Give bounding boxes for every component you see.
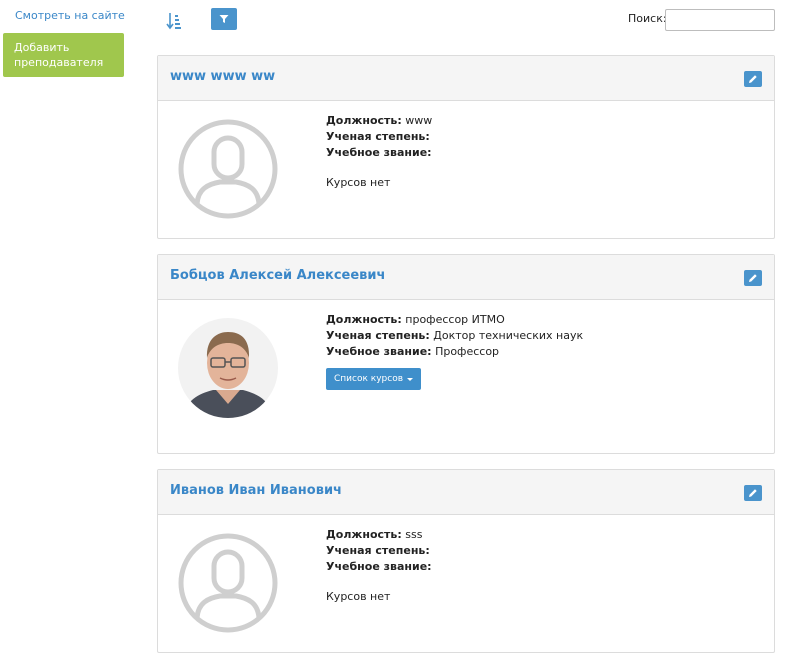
edit-button[interactable]: [744, 270, 762, 286]
teacher-card: Иванов Иван Иванович Должность: sss Учен…: [157, 469, 775, 653]
courses-list-button[interactable]: Список курсов: [326, 368, 422, 390]
teacher-card: Бобцов Алексей Алексеевич Должность: про…: [157, 254, 775, 454]
courses-list-label: Список курсов: [334, 374, 404, 384]
position-label: Должность:: [326, 313, 402, 326]
position-label: Должность:: [326, 528, 402, 541]
no-courses-text: Курсов нет: [326, 590, 391, 603]
filter-button[interactable]: [211, 8, 237, 30]
degree-value: Доктор технических наук: [433, 329, 584, 342]
position-value: www: [405, 114, 433, 127]
teacher-name[interactable]: www www ww: [170, 69, 275, 84]
card-header: Бобцов Алексей Алексеевич: [158, 255, 774, 300]
teacher-card: www www ww Должность: www Ученая степень…: [157, 55, 775, 239]
edit-button[interactable]: [744, 71, 762, 87]
degree-label: Ученая степень:: [326, 130, 430, 143]
position-label: Должность:: [326, 114, 402, 127]
filter-icon: [219, 15, 229, 23]
position-value: sss: [405, 528, 423, 541]
edit-button[interactable]: [744, 485, 762, 501]
caret-down-icon: [407, 377, 414, 381]
position-value: профессор ИТМО: [405, 313, 505, 326]
card-header: Иванов Иван Иванович: [158, 470, 774, 515]
sort-amount-icon[interactable]: [166, 12, 182, 30]
pencil-icon: [749, 274, 757, 282]
avatar-placeholder: [178, 533, 278, 633]
teacher-info: Должность: www Ученая степень: Учебное з…: [326, 113, 432, 191]
avatar-placeholder: [178, 119, 278, 219]
title-label: Учебное звание:: [326, 560, 432, 573]
teacher-photo: [178, 318, 278, 418]
degree-label: Ученая степень:: [326, 329, 430, 342]
no-courses-text: Курсов нет: [326, 176, 391, 189]
teacher-name[interactable]: Иванов Иван Иванович: [170, 483, 342, 498]
pencil-icon: [749, 75, 757, 83]
pencil-icon: [749, 489, 757, 497]
teacher-info: Должность: sss Ученая степень: Учебное з…: [326, 527, 432, 605]
search-input[interactable]: [665, 9, 775, 31]
teacher-info: Должность: профессор ИТМО Ученая степень…: [326, 312, 583, 390]
degree-label: Ученая степень:: [326, 544, 430, 557]
title-label: Учебное звание:: [326, 146, 432, 159]
view-on-site-link[interactable]: Смотреть на сайте: [15, 9, 125, 22]
search-label: Поиск:: [628, 12, 667, 25]
title-label: Учебное звание:: [326, 345, 432, 358]
card-header: www www ww: [158, 56, 774, 101]
title-value: Профессор: [435, 345, 500, 358]
teacher-name[interactable]: Бобцов Алексей Алексеевич: [170, 268, 385, 283]
add-teacher-button[interactable]: Добавить преподавателя: [3, 33, 124, 77]
